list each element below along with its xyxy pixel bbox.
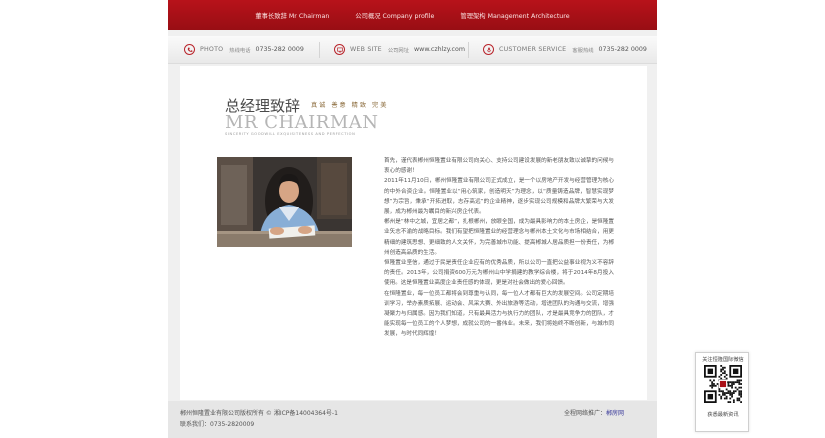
nav-company-profile[interactable]: 公司概况 Company profile bbox=[355, 11, 434, 20]
contact-divider bbox=[319, 42, 320, 58]
contact-photo-value: 0735-282 0009 bbox=[255, 46, 304, 53]
chairman-photo bbox=[217, 157, 352, 247]
contact-photo-sub: 热线电话 bbox=[229, 47, 251, 54]
microphone-icon bbox=[483, 44, 494, 55]
contact-divider bbox=[468, 42, 469, 58]
contact-service: CUSTOMER SERVICE 客服热线 0735-282 0009 bbox=[483, 44, 647, 55]
speech-paragraph: 首先，谨代表郴州恒隆置业有限公司向关心、支持公司建设发展的新老朋友致以诚挚的问候… bbox=[384, 158, 614, 175]
footer-copyright: 郴州恒隆置业有限公司版权所有 © 湘ICP备14004364号-1 bbox=[180, 410, 338, 417]
contact-service-value: 0735-282 0009 bbox=[598, 46, 647, 53]
contact-photo-label: PHOTO bbox=[200, 46, 224, 53]
page-title-tags: 真诚 善意 精致 完美 bbox=[311, 102, 389, 109]
contact-photo: PHOTO 热线电话 0735-282 0009 bbox=[184, 44, 304, 55]
footer-promo-label: 全程网络推广： bbox=[564, 410, 607, 417]
wechat-qr-widget: 关注恒隆国际微信 获悉最新资讯 bbox=[695, 352, 749, 432]
contact-website-sub: 公司网址 bbox=[387, 47, 410, 54]
contact-service-label: CUSTOMER SERVICE bbox=[499, 46, 567, 53]
qr-caption-top: 关注恒隆国际微信 bbox=[702, 357, 744, 363]
qr-caption-bottom: 获悉最新资讯 bbox=[707, 412, 739, 418]
monitor-icon bbox=[334, 44, 345, 55]
contact-bar: PHOTO 热线电话 0735-282 0009 WEB SITE 公司网址 w… bbox=[168, 36, 657, 64]
speech-paragraph: 恒隆置业坚信，通过于民是责任企业应有的优秀品质，所以公司一直把公益事业视为义不容… bbox=[384, 260, 614, 287]
page-title-english: MR CHAIRMAN bbox=[225, 112, 379, 133]
nav-management-architecture[interactable]: 管理架构 Management Architecture bbox=[460, 11, 569, 20]
chairman-speech: 首先，谨代表郴州恒隆置业有限公司向关心、支持公司建设发展的新老朋友致以诚挚的问候… bbox=[384, 156, 614, 340]
nav-mr-chairman[interactable]: 董事长致辞 Mr Chairman bbox=[255, 11, 329, 20]
footer-promo-link[interactable]: 郴房网 bbox=[606, 410, 624, 417]
contact-website-value[interactable]: www.czhlzy.com bbox=[414, 46, 465, 53]
contact-website: WEB SITE 公司网址 www.czhlzy.com bbox=[334, 44, 465, 55]
contact-service-sub: 客服热线 bbox=[572, 47, 594, 54]
footer-promo: 全程网络推广：郴房网 bbox=[564, 408, 624, 417]
content-panel: 总经理致辞 真诚 善意 精致 完美 MR CHAIRMAN SINCERITY … bbox=[180, 66, 647, 400]
qr-code-icon bbox=[704, 365, 742, 403]
top-nav: 董事长致辞 Mr Chairman 公司概况 Company profile 管… bbox=[168, 0, 657, 30]
contact-website-label: WEB SITE bbox=[350, 46, 382, 53]
footer-contact: 联系我们：0735-2820009 bbox=[180, 421, 255, 428]
footer: 郴州恒隆置业有限公司版权所有 © 湘ICP备14004364号-1 联系我们：0… bbox=[168, 401, 657, 438]
page-tagline: SINCERITY GOODWILL EXQUISITENESS AND PER… bbox=[225, 132, 356, 136]
speech-paragraph: 2011年11月10日，郴州恒隆置业有限公司正式成立，是一个以房地产开发与经营管… bbox=[384, 178, 614, 216]
speech-paragraph: 郴州是“林中之城，宜居之都”，扎根郴州，放眼全国，成为最具影响力的本土房企，是恒… bbox=[384, 219, 614, 256]
speech-paragraph: 在恒隆置业，每一位员工都将会到尊重与认同，每一位人才都有巨大的发展空间。公司定期… bbox=[384, 290, 614, 338]
phone-icon bbox=[184, 44, 195, 55]
